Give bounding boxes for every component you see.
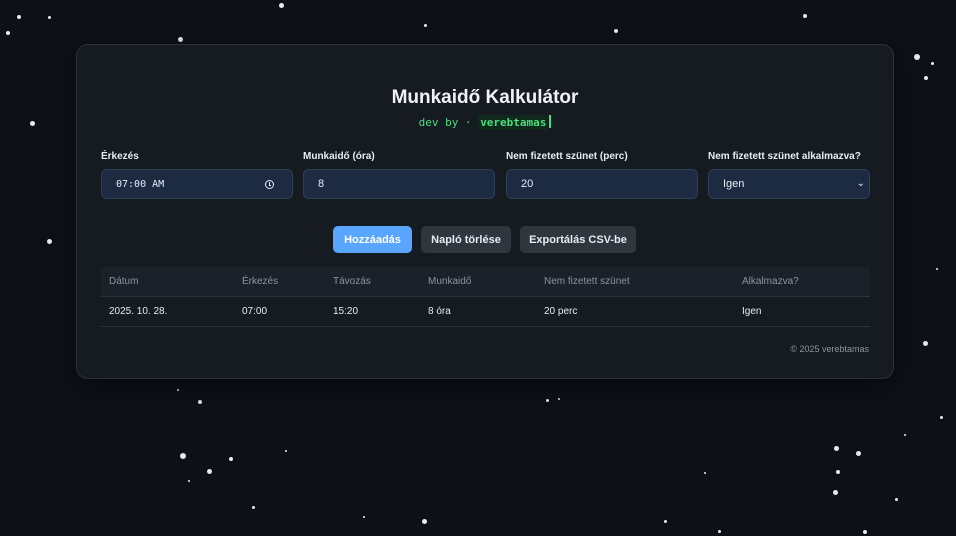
star [904,434,906,436]
star [363,516,365,518]
star [546,399,549,402]
arrival-time-input[interactable]: 07:00 AM [101,169,293,199]
calculator-card: Munkaidő Kalkulátor dev by · verebtamas … [76,44,894,379]
star [924,76,928,80]
cell-date: 2025. 10. 28. [109,306,168,317]
arrival-label: Érkezés [101,151,139,162]
break-value: 20 [521,178,534,190]
arrival-time-value: 07:00 AM [116,178,165,190]
cell-worktime: 8 óra [428,306,451,317]
add-button[interactable]: Hozzáadás [333,226,412,253]
star [30,121,35,126]
break-label: Nem fizetett szünet (perc) [506,151,628,162]
star [704,472,706,474]
hours-field-group: Munkaidő (óra) 8 [303,151,495,199]
chevron-down-icon[interactable]: ⌄ [857,178,865,189]
apply-select[interactable]: Igen ⌄ [708,169,870,199]
dev-credit-prefix: dev by · [418,116,479,129]
apply-select-value: Igen [723,178,745,190]
star [833,490,838,495]
star [664,520,667,523]
star [940,416,943,419]
star [17,15,21,19]
column-header-date: Dátum [109,276,139,287]
star [936,268,938,270]
copyright-footer: © 2025 verebtamas [790,344,869,354]
star [177,389,179,391]
star [834,446,839,451]
star [863,530,867,534]
dev-credit-author: verebtamas [478,115,549,130]
star [188,480,190,482]
apply-label: Nem fizetett szünet alkalmazva? [708,151,861,162]
star [803,14,807,18]
star [207,469,212,474]
star [558,398,560,400]
star [931,62,934,65]
star [914,54,920,60]
star [424,24,427,27]
column-header-break: Nem fizetett szünet [544,276,630,287]
table-row: 2025. 10. 28. 07:00 15:20 8 óra 20 perc … [101,297,870,327]
star [229,457,233,461]
column-header-departure: Távozás [333,276,371,287]
star [718,530,721,533]
hours-input[interactable]: 8 [303,169,495,199]
clock-icon[interactable] [265,180,274,189]
hours-label: Munkaidő (óra) [303,151,375,162]
cell-departure: 15:20 [333,306,359,317]
export-csv-button[interactable]: Exportálás CSV-be [520,226,636,253]
star [198,400,202,404]
star [47,239,52,244]
clear-log-button[interactable]: Napló törlése [421,226,511,253]
cell-arrival: 07:00 [242,306,268,317]
star [856,451,861,456]
cell-break: 20 perc [544,306,578,317]
column-header-worktime: Munkaidő [428,276,472,287]
hours-value: 8 [318,178,325,190]
column-header-arrival: Érkezés [242,276,279,287]
star [48,16,51,19]
star [422,519,427,524]
dev-credit: dev by · verebtamas [77,115,893,130]
star [836,470,840,474]
arrival-field-group: Érkezés 07:00 AM [101,151,293,199]
star [285,450,287,452]
star [895,498,898,501]
cell-applied: Igen [742,306,762,317]
star [923,341,928,346]
break-field-group: Nem fizetett szünet (perc) 20 [506,151,698,199]
star [180,453,186,459]
star [6,31,10,35]
star [279,3,284,8]
column-header-applied: Alkalmazva? [742,276,799,287]
break-input[interactable]: 20 [506,169,698,199]
table-header: Dátum Érkezés Távozás Munkaidő Nem fizet… [101,267,870,297]
typing-cursor [549,115,552,128]
star [614,29,618,33]
star [252,506,255,509]
star [178,37,183,42]
apply-field-group: Nem fizetett szünet alkalmazva? Igen ⌄ [708,151,870,199]
log-table: Dátum Érkezés Távozás Munkaidő Nem fizet… [101,267,870,327]
page-title: Munkaidő Kalkulátor [391,87,579,108]
